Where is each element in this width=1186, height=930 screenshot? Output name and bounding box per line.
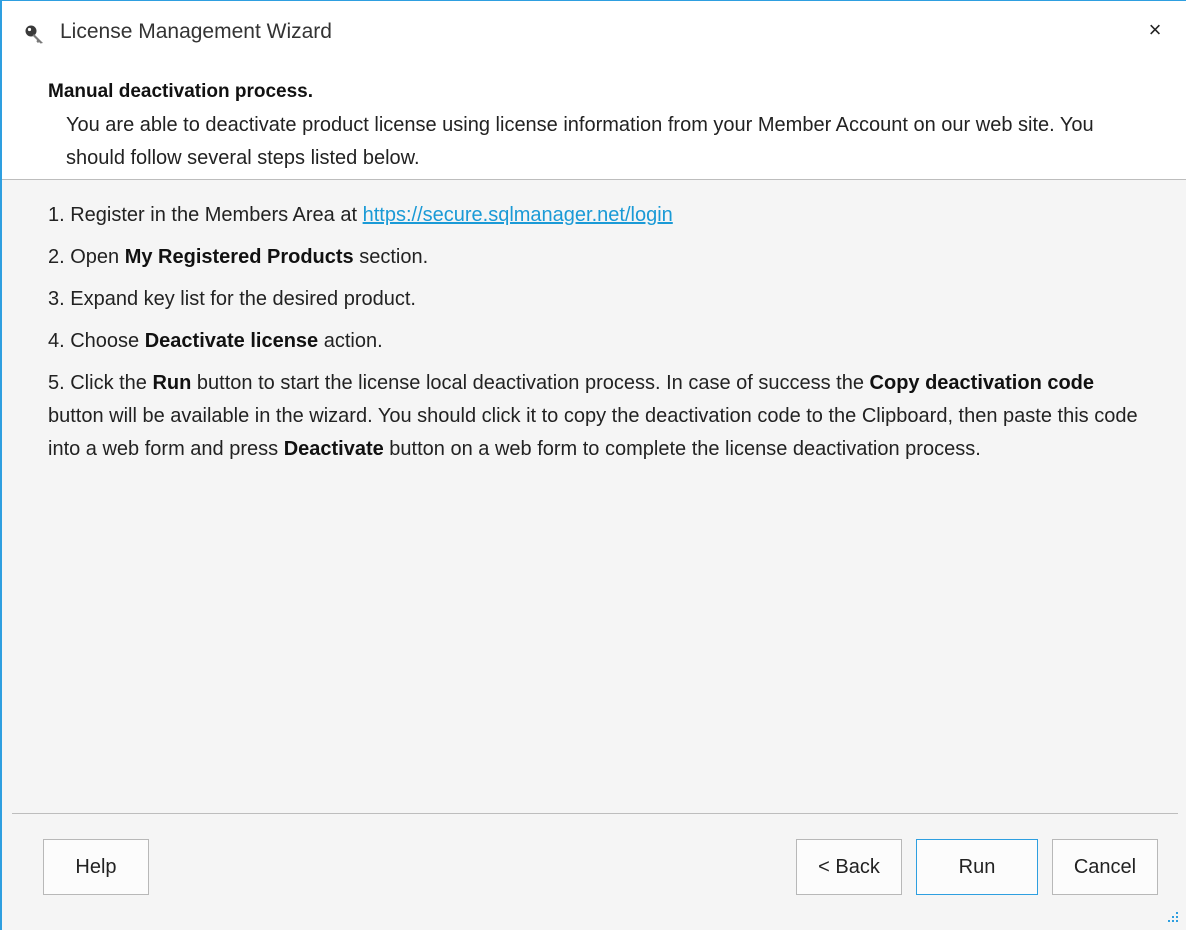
page-description: You are able to deactivate product licen… [66,114,1094,169]
step-4-suffix: action. [318,330,383,352]
step-2-prefix: 2. Open [48,246,125,268]
step-4-prefix: 4. Choose [48,330,145,352]
key-icon [24,23,46,45]
step-5-part-2: button to start the license local deacti… [191,372,870,394]
run-button[interactable]: Run [916,839,1038,895]
help-button[interactable]: Help [43,839,149,895]
step-5-bold-deactivate: Deactivate [283,438,384,460]
step-4-bold: Deactivate license [144,330,319,352]
step-5-part-1: 5. Click the [48,372,153,394]
step-3: 3. Expand key list for the desired produ… [48,283,1148,316]
step-2-suffix: section. [353,246,429,268]
back-button[interactable]: < Back [796,839,902,895]
cancel-button[interactable]: Cancel [1052,839,1158,895]
step-5-bold-copy: Copy deactivation code [869,372,1095,394]
step-4: 4. Choose Deactivate license action. [48,325,1148,358]
close-button[interactable]: × [1142,15,1168,45]
resize-grip-icon[interactable] [1166,910,1180,924]
footer-divider [12,813,1178,814]
steps-list: 1. Register in the Members Area at https… [48,199,1148,475]
members-area-link[interactable]: https://secure.sqlmanager.net/login [363,204,673,226]
step-5-part-4: button on a web form to complete the lic… [383,438,981,460]
step-3-text: 3. Expand key list for the desired produ… [48,288,416,310]
wizard-header: Manual deactivation process. You are abl… [2,65,1186,180]
step-1-text: 1. Register in the Members Area at [48,204,363,226]
step-5: 5. Click the Run button to start the lic… [48,367,1148,466]
step-2-bold: My Registered Products [124,246,354,268]
license-wizard-window: License Management Wizard × Manual deact… [0,0,1186,930]
window-title: License Management Wizard [60,20,332,43]
step-5-bold-run: Run [152,372,192,394]
step-1: 1. Register in the Members Area at https… [48,199,1148,232]
page-title: Manual deactivation process. [48,81,314,102]
title-bar: License Management Wizard × [2,1,1186,65]
step-2: 2. Open My Registered Products section. [48,241,1148,274]
